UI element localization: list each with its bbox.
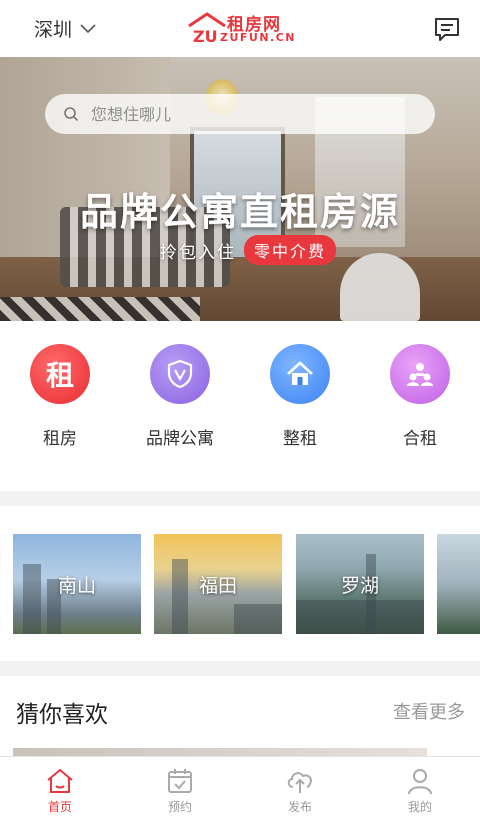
building-shape	[23, 564, 41, 634]
tab-label: 预约	[167, 800, 192, 814]
building-shape	[234, 604, 282, 634]
site-logo: ZU 租房网 ZUFUN.CN	[185, 10, 297, 46]
cloud-upload-icon	[287, 772, 312, 793]
city-selector[interactable]: 深圳	[34, 15, 96, 42]
bottom-tab-bar: 首页 预约 发布 我的	[0, 756, 480, 820]
building-shape	[172, 559, 188, 634]
banner-title: 品牌公寓直租房源	[79, 190, 400, 234]
search-icon	[64, 107, 79, 122]
section-divider	[0, 491, 480, 506]
tab-label: 我的	[407, 800, 432, 814]
category-rent[interactable]: 租 租房	[0, 321, 120, 491]
zu-char-icon: 租	[30, 344, 90, 404]
home-icon	[47, 769, 73, 793]
tab-label: 发布	[287, 800, 312, 814]
shield-v-glyph	[167, 359, 193, 389]
district-card-partial[interactable]	[437, 534, 480, 634]
app-root: 深圳 ZU 租房网 ZUFUN.CN 您想住哪儿 品牌公寓直租房源 拎包入住 零…	[0, 0, 480, 820]
banner-badge: 零中介费	[244, 235, 337, 265]
user-icon	[408, 769, 432, 795]
calendar-check-icon	[168, 769, 192, 793]
district-carousel[interactable]: 南山 福田 罗湖	[0, 506, 480, 661]
tab-home[interactable]: 首页	[0, 757, 120, 820]
tab-publish[interactable]: 发布	[240, 757, 360, 820]
chevron-down-icon	[80, 23, 96, 33]
district-name: 南山	[57, 574, 96, 597]
tab-mine[interactable]: 我的	[360, 757, 480, 820]
banner-sub-text: 拎包入住	[160, 242, 236, 263]
category-whole-rent[interactable]: 整租	[240, 321, 360, 491]
district-card-nanshan[interactable]: 南山	[13, 534, 141, 634]
district-card-futian[interactable]: 福田	[154, 534, 282, 634]
city-label: 深圳	[34, 19, 73, 41]
logo-text-en: ZUFUN.CN	[220, 31, 297, 44]
search-bar[interactable]	[45, 94, 435, 134]
category-brand-apartment[interactable]: 品牌公寓	[120, 321, 240, 491]
top-bar: 深圳 ZU 租房网 ZUFUN.CN	[0, 0, 480, 57]
category-grid: 租 租房 品牌公寓 整租 合租	[0, 321, 480, 491]
house-glyph	[287, 361, 313, 385]
section-divider	[0, 661, 480, 676]
hero-banner[interactable]: 品牌公寓直租房源 拎包入住 零中介费	[0, 57, 480, 321]
district-name: 福田	[198, 574, 237, 597]
people-icon	[390, 344, 450, 404]
message-icon[interactable]	[432, 14, 462, 44]
category-shared-rent[interactable]: 合租	[360, 321, 480, 491]
shield-v-icon	[150, 344, 210, 404]
district-name: 罗湖	[340, 574, 379, 597]
view-more-link[interactable]: 查看更多	[393, 698, 465, 724]
zu-glyph: 租	[45, 359, 74, 392]
building-shape	[296, 600, 424, 634]
svg-text:ZU: ZU	[193, 27, 218, 44]
category-label: 租房	[43, 429, 77, 449]
tab-label: 首页	[47, 800, 72, 814]
tab-appointment[interactable]: 预约	[120, 757, 240, 820]
category-label: 合租	[403, 429, 437, 449]
search-input[interactable]	[91, 104, 411, 124]
banner-subtitle: 拎包入住 零中介费	[160, 235, 337, 265]
district-card-luohu[interactable]: 罗湖	[296, 534, 424, 634]
category-label: 整租	[283, 429, 317, 449]
house-icon	[270, 344, 330, 404]
section-title-guess: 猜你喜欢	[16, 702, 108, 728]
category-label: 品牌公寓	[146, 429, 214, 449]
people-glyph	[407, 363, 433, 386]
